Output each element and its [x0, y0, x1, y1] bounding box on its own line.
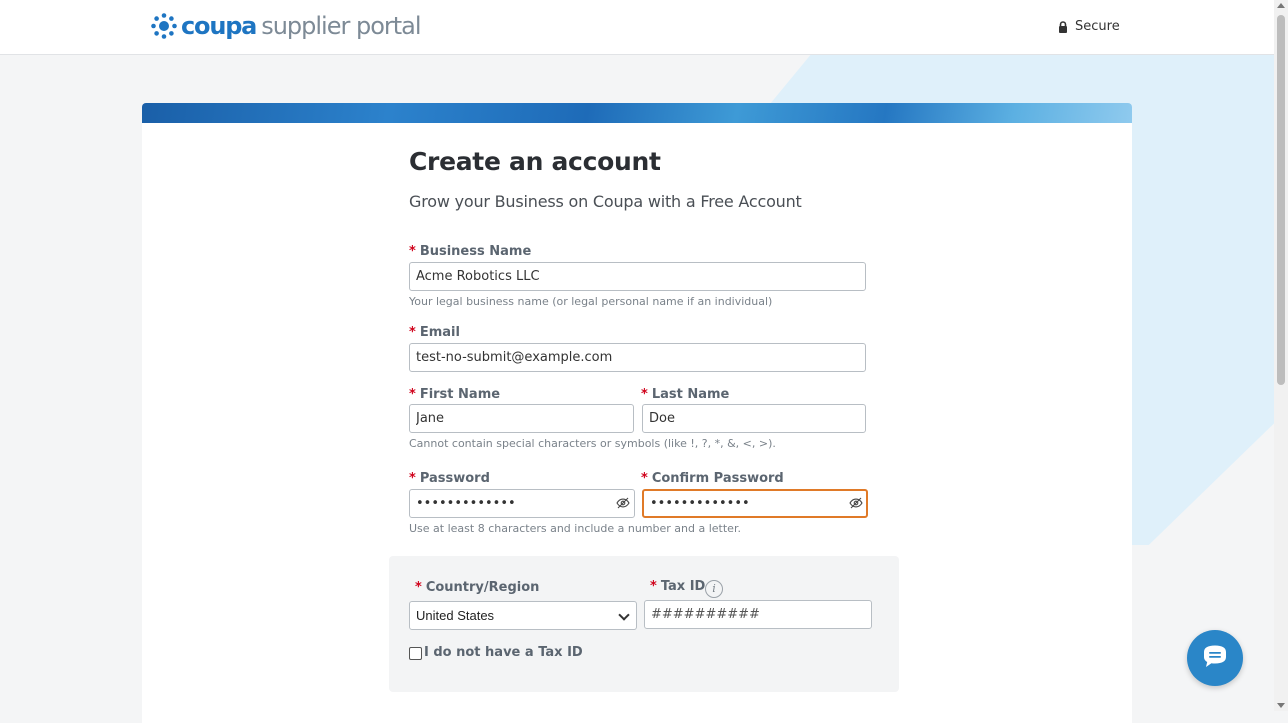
coupa-logo-icon: [151, 13, 177, 39]
first-name-label: * First Name: [409, 387, 500, 402]
country-label-text: Country/Region: [425, 580, 540, 595]
scroll-down-icon[interactable]: [1277, 703, 1285, 708]
confirm-password-input[interactable]: [642, 489, 868, 518]
logo-product-text: supplier portal: [261, 12, 421, 40]
password-hint: Use at least 8 characters and include a …: [409, 522, 741, 535]
password-input[interactable]: [409, 489, 635, 518]
tax-section: * Country/Region United States * Tax ID i …: [389, 556, 899, 692]
page-subtitle: Grow your Business on Coupa with a Free …: [409, 192, 802, 211]
coupa-logo[interactable]: coupa supplier portal: [150, 12, 422, 40]
scrollbar-thumb[interactable]: [1277, 15, 1285, 385]
first-name-input[interactable]: [409, 404, 634, 433]
info-icon[interactable]: i: [705, 580, 723, 598]
signup-card: Create an account Grow your Business on …: [142, 103, 1132, 723]
eye-slash-icon[interactable]: [849, 497, 863, 509]
page-title: Create an account: [409, 147, 661, 176]
tax-id-label: * Tax ID: [650, 579, 705, 594]
required-marker: *: [650, 579, 657, 594]
scroll-up-icon[interactable]: [1277, 3, 1285, 8]
country-select[interactable]: United States: [409, 601, 637, 630]
email-label-text: Email: [419, 325, 460, 340]
no-tax-id-checkbox[interactable]: [409, 647, 422, 660]
business-name-hint: Your legal business name (or legal perso…: [409, 295, 773, 308]
password-label-text: Password: [419, 471, 490, 486]
first-name-label-text: First Name: [419, 387, 501, 402]
business-name-label: * Business Name: [409, 244, 531, 259]
required-marker: *: [409, 325, 416, 340]
required-marker: *: [409, 387, 416, 402]
logo-brand-text: coupa: [181, 12, 257, 40]
email-label: * Email: [409, 325, 460, 340]
lock-icon: [1059, 20, 1067, 33]
name-hint: Cannot contain special characters or sym…: [409, 437, 776, 450]
eye-slash-icon[interactable]: [616, 497, 630, 509]
top-bar: coupa supplier portal Secure: [0, 0, 1274, 55]
email-input[interactable]: [409, 343, 866, 372]
chat-icon: [1204, 645, 1226, 667]
required-marker: *: [641, 471, 648, 486]
confirm-password-label-text: Confirm Password: [651, 471, 784, 486]
page-scrollbar[interactable]: [1274, 0, 1288, 711]
required-marker: *: [409, 471, 416, 486]
business-name-label-text: Business Name: [419, 244, 532, 259]
password-label: * Password: [409, 471, 490, 486]
country-selected-value: United States: [416, 608, 495, 623]
secure-indicator: Secure: [1058, 19, 1120, 34]
no-tax-id-label[interactable]: I do not have a Tax ID: [424, 645, 583, 660]
confirm-password-label: * Confirm Password: [641, 471, 784, 486]
last-name-label-text: Last Name: [651, 387, 730, 402]
business-name-input[interactable]: [409, 262, 866, 291]
tax-id-input[interactable]: [644, 600, 872, 629]
card-banner: [142, 103, 1132, 123]
required-marker: *: [409, 244, 416, 259]
required-marker: *: [641, 387, 648, 402]
secure-label: Secure: [1075, 19, 1120, 34]
last-name-label: * Last Name: [641, 387, 729, 402]
chevron-down-icon: [618, 609, 630, 621]
chat-button[interactable]: [1187, 630, 1243, 686]
tax-id-label-text: Tax ID: [660, 579, 706, 594]
last-name-input[interactable]: [642, 404, 866, 433]
country-label: * Country/Region: [415, 580, 539, 595]
required-marker: *: [415, 580, 422, 595]
